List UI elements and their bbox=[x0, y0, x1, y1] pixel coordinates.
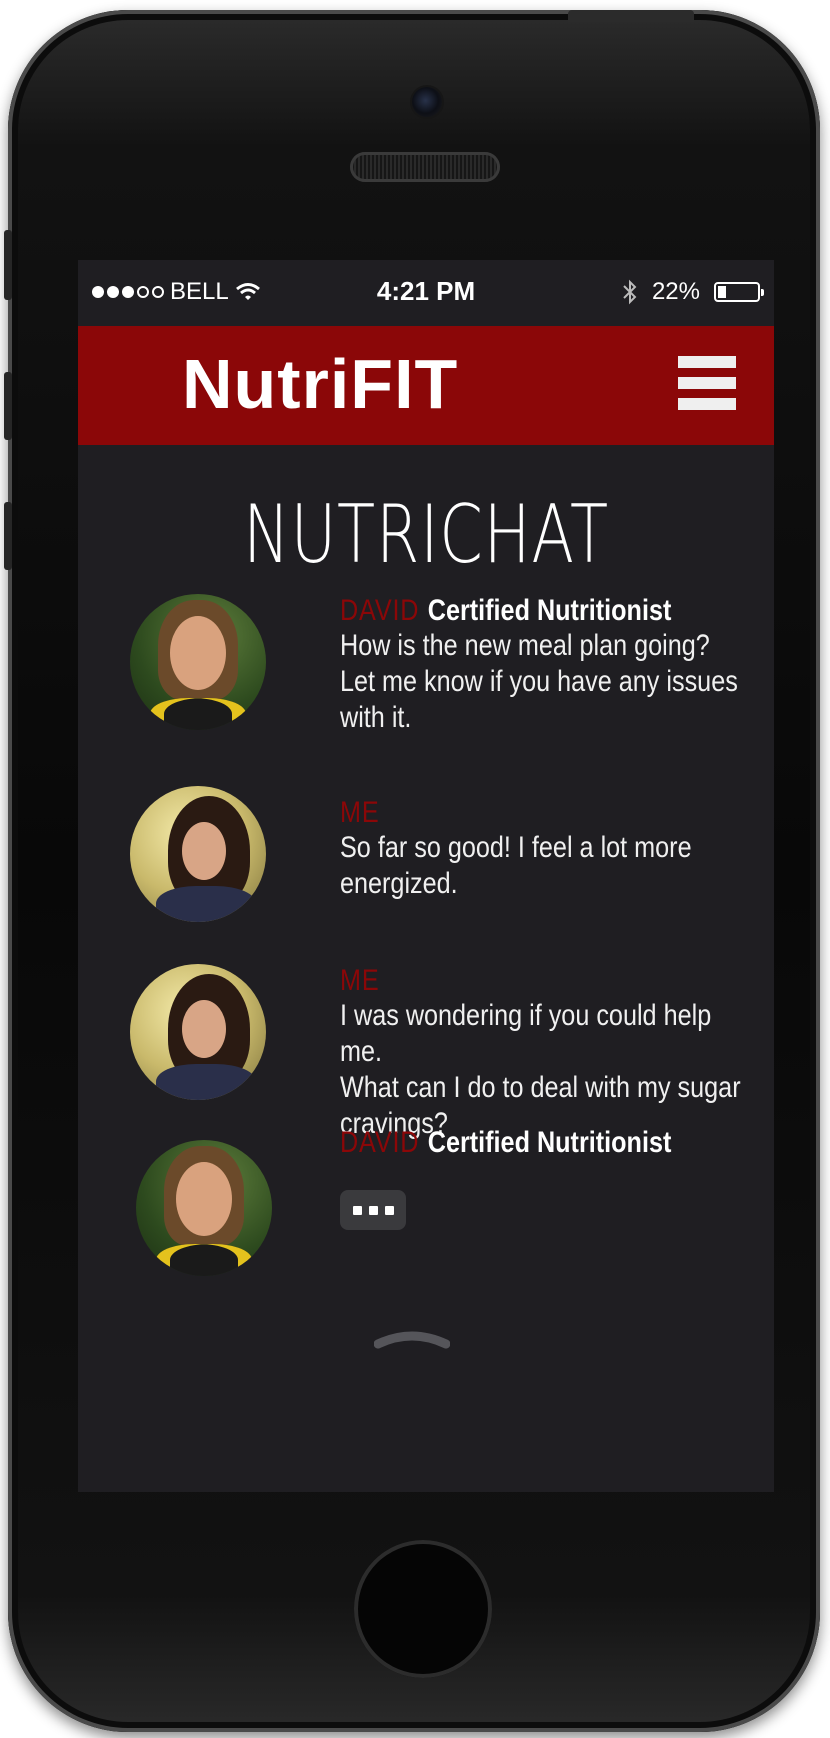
message-body: ME I was wondering if you could help me.… bbox=[340, 964, 760, 1142]
app-logo[interactable]: NutriFIT bbox=[182, 344, 458, 424]
message-line: energized. bbox=[340, 867, 458, 900]
front-camera-icon bbox=[412, 87, 442, 117]
message-text: How is the new meal plan going? Let me k… bbox=[340, 628, 760, 736]
message-header: DAVID Certified Nutritionist bbox=[340, 594, 693, 628]
app-header: NutriFIT bbox=[78, 326, 774, 445]
battery-icon bbox=[714, 282, 764, 302]
sender-name: DAVID bbox=[340, 594, 420, 627]
typing-dots-icon bbox=[340, 1190, 406, 1230]
volume-up-button bbox=[4, 372, 12, 440]
message-line: I was wondering if you could help me. bbox=[340, 999, 712, 1068]
phone-frame: BELL 4:21 PM 22% NutriFIT NUTRICHAT DAVI… bbox=[4, 10, 820, 1732]
message-body: ME So far so good! I feel a lot more ene… bbox=[340, 796, 760, 902]
message-header: ME bbox=[340, 964, 693, 998]
mute-switch bbox=[4, 230, 12, 300]
message-line: How is the new meal plan going? bbox=[340, 629, 710, 662]
avatar-david[interactable] bbox=[130, 594, 266, 730]
hamburger-menu-icon[interactable] bbox=[678, 356, 736, 410]
app-screen: BELL 4:21 PM 22% NutriFIT NUTRICHAT DAVI… bbox=[78, 260, 774, 1492]
chevron-up-icon[interactable] bbox=[374, 1328, 450, 1350]
volume-down-button bbox=[4, 502, 12, 570]
sender-role: Certified Nutritionist bbox=[427, 594, 672, 627]
battery-percent: 22% bbox=[651, 278, 700, 305]
avatar-me[interactable] bbox=[130, 964, 266, 1100]
earpiece-speaker bbox=[350, 152, 500, 182]
message-header: DAVID Certified Nutritionist bbox=[340, 1126, 693, 1160]
message-body: DAVID Certified Nutritionist How is the n… bbox=[340, 594, 760, 736]
avatar-me[interactable] bbox=[130, 786, 266, 922]
message-text: So far so good! I feel a lot more energi… bbox=[340, 830, 760, 902]
message-line: What can I do to deal with my sugar bbox=[340, 1071, 741, 1104]
power-button bbox=[568, 10, 694, 22]
message-line: with it. bbox=[340, 701, 412, 734]
message-line: So far so good! I feel a lot more bbox=[340, 831, 692, 864]
sender-name: DAVID bbox=[340, 1126, 420, 1159]
message-line: Let me know if you have any issues bbox=[340, 665, 738, 698]
sender-role: Certified Nutritionist bbox=[427, 1126, 672, 1159]
message-body: DAVID Certified Nutritionist bbox=[340, 1126, 760, 1160]
sender-name: ME bbox=[340, 796, 380, 829]
status-bar: BELL 4:21 PM 22% bbox=[78, 260, 774, 328]
battery-group: 22% bbox=[622, 278, 764, 306]
home-button[interactable] bbox=[354, 1540, 492, 1678]
message-header: ME bbox=[340, 796, 693, 830]
sender-name: ME bbox=[340, 964, 380, 997]
page-title: NUTRICHAT bbox=[243, 488, 609, 581]
message-text: I was wondering if you could help me. Wh… bbox=[340, 998, 760, 1142]
avatar-david[interactable] bbox=[136, 1140, 272, 1276]
bluetooth-icon bbox=[623, 279, 637, 305]
